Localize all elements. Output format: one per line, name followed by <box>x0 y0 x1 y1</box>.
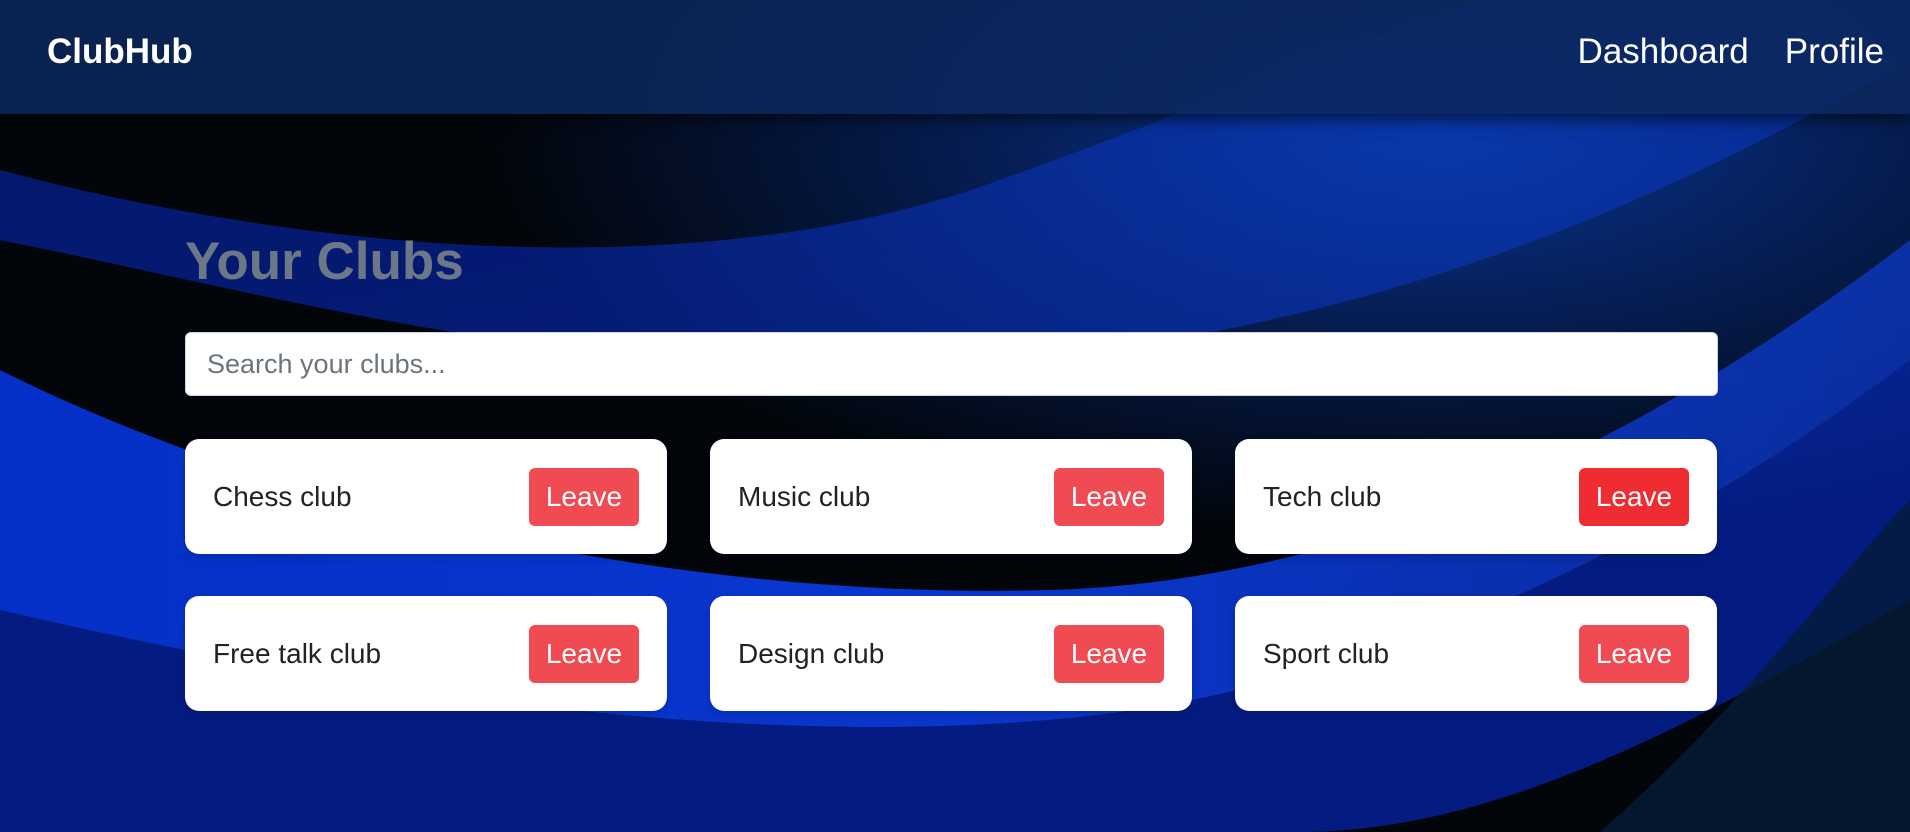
leave-button[interactable]: Leave <box>529 467 639 526</box>
club-name: Free talk club <box>213 637 382 669</box>
leave-button[interactable]: Leave <box>1054 624 1164 683</box>
nav-link-dashboard[interactable]: Dashboard <box>1578 31 1749 73</box>
club-card: Free talk club Leave <box>185 596 667 711</box>
club-name: Music club <box>738 480 871 512</box>
nav-link-profile[interactable]: Profile <box>1785 31 1884 73</box>
nav-links: Dashboard Profile <box>1578 31 1884 73</box>
top-navbar: ClubHub Dashboard Profile <box>0 0 1910 114</box>
main-content: Your Clubs Chess club Leave Music club L… <box>185 230 1718 711</box>
club-name: Sport club <box>1263 637 1390 669</box>
club-card: Music club Leave <box>710 439 1192 554</box>
club-name: Tech club <box>1263 480 1382 512</box>
leave-button[interactable]: Leave <box>1579 624 1689 683</box>
club-name: Design club <box>738 637 885 669</box>
club-card: Sport club Leave <box>1235 596 1717 711</box>
leave-button[interactable]: Leave <box>1054 467 1164 526</box>
leave-button[interactable]: Leave <box>529 624 639 683</box>
club-card: Tech club Leave <box>1235 439 1717 554</box>
page-title: Your Clubs <box>185 232 464 291</box>
brand-logo[interactable]: ClubHub <box>47 31 193 73</box>
clubs-grid: Chess club Leave Music club Leave Tech c… <box>185 439 1718 711</box>
club-card: Chess club Leave <box>185 439 667 554</box>
club-card: Design club Leave <box>710 596 1192 711</box>
club-name: Chess club <box>213 480 352 512</box>
search-input[interactable] <box>185 332 1718 396</box>
leave-button[interactable]: Leave <box>1579 467 1689 526</box>
